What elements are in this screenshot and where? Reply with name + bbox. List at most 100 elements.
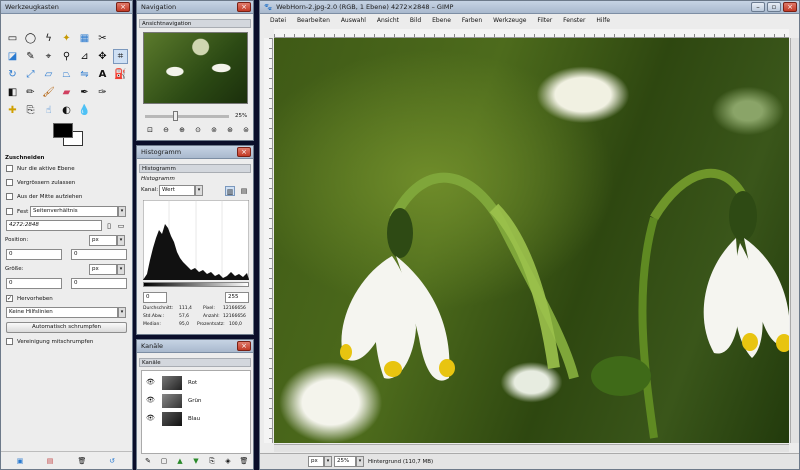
menu-filter[interactable]: Filter xyxy=(537,17,552,24)
menu-datei[interactable]: Datei xyxy=(270,17,286,24)
navigation-dock-tab[interactable]: Ansichtnavigation xyxy=(139,19,251,28)
vertical-ruler[interactable] xyxy=(264,38,273,443)
unit-dropdown-arrow[interactable]: ▾ xyxy=(324,456,332,467)
new-channel-icon[interactable]: ▢ xyxy=(159,456,169,466)
reset-options-icon[interactable]: ↺ xyxy=(107,456,117,466)
flip-tool-icon[interactable]: ⇋ xyxy=(77,67,92,82)
bucket-fill-tool-icon[interactable]: ⛽ xyxy=(113,67,128,82)
rotate-tool-icon[interactable]: ↻ xyxy=(5,67,20,82)
nav-zoom-in-icon[interactable]: ⊕ xyxy=(177,125,187,135)
histogram-titlebar[interactable]: Histogramm × xyxy=(137,146,253,159)
text-tool-icon[interactable]: A xyxy=(95,67,110,82)
ink-tool-icon[interactable]: ✑ xyxy=(95,85,110,100)
navigation-close-button[interactable]: × xyxy=(237,2,251,12)
scissors-tool-icon[interactable]: ✂ xyxy=(95,31,110,46)
clone-tool-icon[interactable]: ⎘ xyxy=(23,103,38,118)
shear-tool-icon[interactable]: ▱ xyxy=(41,67,56,82)
zoom-dropdown-arrow[interactable]: ▾ xyxy=(356,456,364,467)
from-center-checkbox[interactable] xyxy=(6,193,13,200)
size-unit-dropdown-arrow[interactable]: ▾ xyxy=(117,264,125,275)
image-canvas[interactable] xyxy=(274,38,789,443)
channel-row-blue[interactable]: 👁 Blau xyxy=(142,411,250,427)
channel-row-green[interactable]: 👁 Grün xyxy=(142,393,250,409)
position-unit-dropdown-arrow[interactable]: ▾ xyxy=(117,235,125,246)
toolbox-titlebar[interactable]: Werkzeugkasten × xyxy=(1,1,132,14)
guides-select[interactable]: Keine Hilfslinien xyxy=(6,307,118,318)
unit-select[interactable]: px xyxy=(308,456,324,467)
landscape-icon[interactable]: ▭ xyxy=(116,221,126,231)
channels-dock-tab[interactable]: Kanäle xyxy=(139,358,251,367)
fixed-checkbox[interactable] xyxy=(6,208,13,215)
horizontal-ruler[interactable] xyxy=(274,29,789,38)
move-tool-icon[interactable]: ✥ xyxy=(95,49,110,64)
foreground-color-swatch[interactable] xyxy=(53,123,73,138)
edit-channel-icon[interactable]: ✎ xyxy=(143,456,153,466)
guides-dropdown-arrow[interactable]: ▾ xyxy=(118,307,126,318)
paintbrush-tool-icon[interactable]: 🖌 xyxy=(41,85,56,100)
range-max-input[interactable]: 255 xyxy=(225,292,249,303)
menu-hilfe[interactable]: Hilfe xyxy=(596,17,610,24)
free-select-tool-icon[interactable]: ϟ xyxy=(41,31,56,46)
nav-zoom-100-icon[interactable]: ⊙ xyxy=(193,125,203,135)
pencil-tool-icon[interactable]: ✏ xyxy=(23,85,38,100)
menu-ansicht[interactable]: Ansicht xyxy=(377,17,399,24)
menu-fenster[interactable]: Fenster xyxy=(563,17,585,24)
channel-select[interactable]: Wert xyxy=(159,185,195,196)
range-min-input[interactable]: 0 xyxy=(143,292,167,303)
merge-visible-checkbox[interactable] xyxy=(6,338,13,345)
menu-auswahl[interactable]: Auswahl xyxy=(341,17,366,24)
delete-options-icon[interactable]: 🗑 xyxy=(77,456,87,466)
eraser-tool-icon[interactable]: ▰ xyxy=(59,85,74,100)
raise-channel-icon[interactable]: ▲ xyxy=(175,456,185,466)
maximize-button[interactable]: ▫ xyxy=(767,2,781,12)
size-h-input[interactable]: 0 xyxy=(71,278,127,289)
save-options-icon[interactable]: ▣ xyxy=(15,456,25,466)
fixed-mode-select[interactable]: Seitenverhältnis xyxy=(30,206,118,217)
blur-tool-icon[interactable]: 💧 xyxy=(77,103,92,118)
eye-icon[interactable]: 👁 xyxy=(146,378,155,386)
crop-tool-icon[interactable]: ⌗ xyxy=(113,49,128,64)
nav-zoom-out-icon[interactable]: ⊖ xyxy=(161,125,171,135)
perspective-tool-icon[interactable]: ⏢ xyxy=(59,67,74,82)
horizontal-scrollbar[interactable] xyxy=(274,444,789,452)
size-w-input[interactable]: 0 xyxy=(6,278,62,289)
histogram-close-button[interactable]: × xyxy=(237,147,251,157)
log-histogram-icon[interactable]: ▤ xyxy=(239,186,249,196)
restore-options-icon[interactable]: ▤ xyxy=(45,456,55,466)
minimize-button[interactable]: – xyxy=(751,2,765,12)
position-unit-select[interactable]: px xyxy=(89,235,117,246)
lower-channel-icon[interactable]: ▼ xyxy=(191,456,201,466)
channel-to-selection-icon[interactable]: ◈ xyxy=(223,456,233,466)
eye-icon[interactable]: 👁 xyxy=(146,396,155,404)
eye-icon[interactable]: 👁 xyxy=(146,414,155,422)
auto-shrink-button[interactable]: Automatisch schrumpfen xyxy=(6,322,127,333)
menu-farben[interactable]: Farben xyxy=(462,17,482,24)
zoom-select[interactable]: 25% xyxy=(334,456,356,467)
menu-bearbeiten[interactable]: Bearbeiten xyxy=(297,17,330,24)
allow-enlarge-checkbox[interactable] xyxy=(6,179,13,186)
position-y-input[interactable]: 0 xyxy=(71,249,127,260)
navigation-zoom-handle[interactable] xyxy=(173,111,178,121)
delete-channel-icon[interactable]: 🗑 xyxy=(239,456,249,466)
image-close-button[interactable]: × xyxy=(783,2,797,12)
menu-werkzeuge[interactable]: Werkzeuge xyxy=(493,17,526,24)
navigation-zoom-slider[interactable] xyxy=(145,115,229,118)
nav-view-icon[interactable]: ⊜ xyxy=(241,125,251,135)
foreground-select-tool-icon[interactable]: ◪ xyxy=(5,49,20,64)
position-x-input[interactable]: 0 xyxy=(6,249,62,260)
menu-ebene[interactable]: Ebene xyxy=(432,17,451,24)
scale-tool-icon[interactable]: ⤢ xyxy=(23,67,38,82)
linear-histogram-icon[interactable]: ▥ xyxy=(225,186,235,196)
portrait-icon[interactable]: ▯ xyxy=(104,221,114,231)
paths-tool-icon[interactable]: ✎ xyxy=(23,49,38,64)
fixed-mode-dropdown-arrow[interactable]: ▾ xyxy=(118,206,126,217)
ratio-input[interactable]: 4272:2848 xyxy=(6,220,102,231)
only-active-layer-checkbox[interactable] xyxy=(6,165,13,172)
navigation-titlebar[interactable]: Navigation × xyxy=(137,1,253,14)
toolbox-close-button[interactable]: × xyxy=(116,2,130,12)
measure-tool-icon[interactable]: ⊿ xyxy=(77,49,92,64)
navigation-preview[interactable] xyxy=(143,32,248,104)
channels-titlebar[interactable]: Kanäle × xyxy=(137,340,253,353)
nav-shrink-wrap-icon[interactable]: ⊛ xyxy=(225,125,235,135)
histogram-dock-tab[interactable]: Histogramm xyxy=(139,164,251,173)
